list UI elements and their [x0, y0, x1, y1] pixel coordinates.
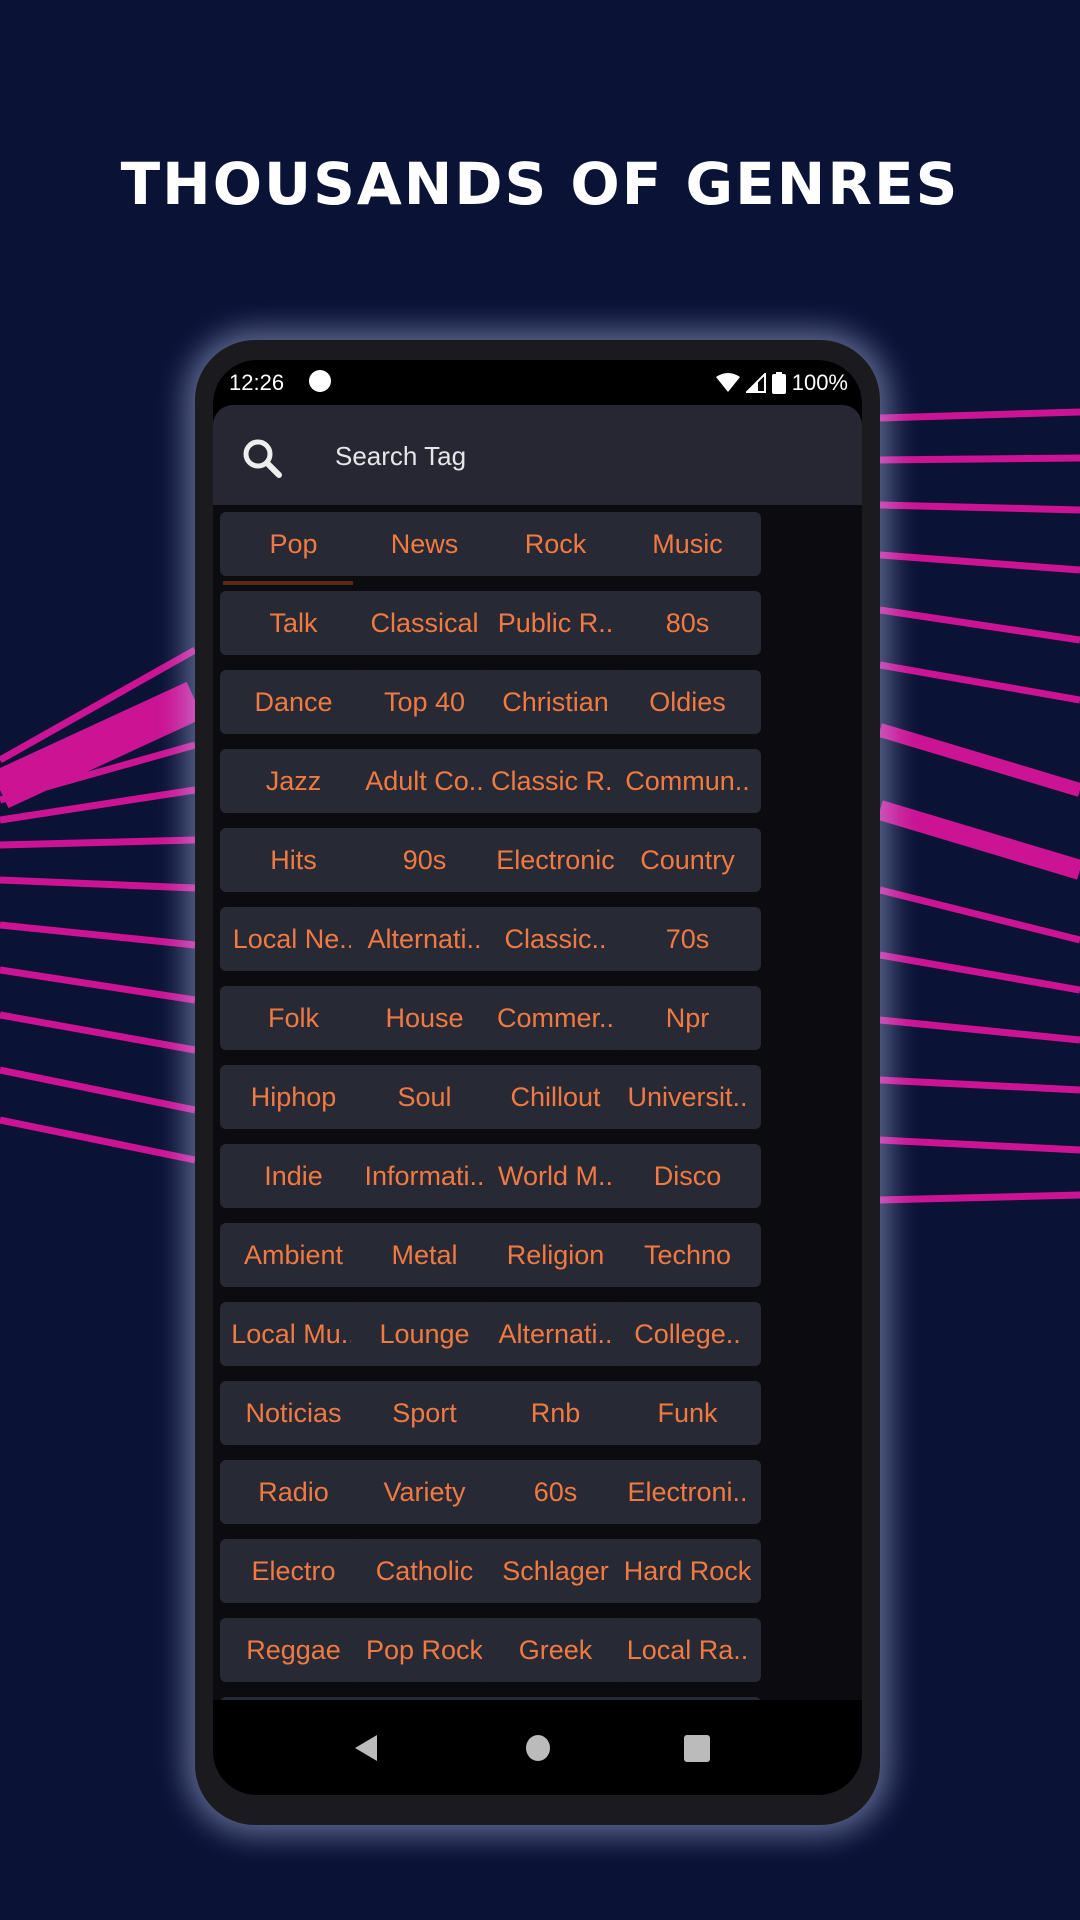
- tag-button[interactable]: Dance: [220, 670, 367, 734]
- search-bar[interactable]: Search Tag: [213, 405, 862, 505]
- tag-button[interactable]: Universit..: [614, 1065, 761, 1129]
- tag-button[interactable]: College..: [614, 1302, 761, 1366]
- tag-button[interactable]: Electroni..: [614, 1460, 761, 1524]
- tag-button[interactable]: [351, 1697, 498, 1700]
- tag-button[interactable]: 70s: [614, 907, 761, 971]
- tag-button[interactable]: Electro: [220, 1539, 367, 1603]
- tag-button[interactable]: Christian: [482, 670, 629, 734]
- tag-button[interactable]: Catholic: [351, 1539, 498, 1603]
- tag-button[interactable]: Classic..: [482, 907, 629, 971]
- tag-button[interactable]: [482, 1697, 629, 1700]
- wifi-icon: [715, 373, 740, 392]
- tag-button[interactable]: Techno: [614, 1223, 761, 1287]
- tag-button[interactable]: Noticias: [220, 1381, 367, 1445]
- tag-button[interactable]: Npr: [614, 986, 761, 1050]
- recents-icon[interactable]: [683, 1733, 711, 1763]
- tag-button[interactable]: Chillout: [482, 1065, 629, 1129]
- tag-button[interactable]: Commun..: [614, 749, 761, 813]
- tag-button[interactable]: Talk: [220, 591, 367, 655]
- tag-button[interactable]: Oldies: [614, 670, 761, 734]
- tag-button[interactable]: Country: [614, 828, 761, 892]
- tag-button[interactable]: Hard Rock: [614, 1539, 761, 1603]
- tag-button[interactable]: World M..: [482, 1144, 629, 1208]
- tag-button[interactable]: Metal: [351, 1223, 498, 1287]
- tag-button[interactable]: Local Ra..: [614, 1618, 761, 1682]
- tag-button[interactable]: Ambient: [220, 1223, 367, 1287]
- tag-button[interactable]: Hiphop: [220, 1065, 367, 1129]
- back-icon[interactable]: [353, 1733, 379, 1763]
- tag-button[interactable]: Music: [614, 512, 761, 576]
- tag-button[interactable]: Hits: [220, 828, 367, 892]
- tag-button[interactable]: Radio: [220, 1460, 367, 1524]
- tag-button[interactable]: Public R..: [482, 591, 629, 655]
- phone-screen: 12:26 100% Search Tag Pop News Rock Music Ta…: [213, 360, 862, 1795]
- navigation-bar: [213, 1703, 862, 1795]
- tag-grid: Pop News Rock Music Talk Classical Public R.. 8…: [213, 505, 862, 1700]
- tag-button[interactable]: 80s: [614, 591, 761, 655]
- tag-button[interactable]: Sport: [351, 1381, 498, 1445]
- tag-button[interactable]: Classical: [351, 591, 498, 655]
- tag-button[interactable]: Folk: [220, 986, 367, 1050]
- tag-button[interactable]: House: [351, 986, 498, 1050]
- tag-button[interactable]: Top 40: [351, 670, 498, 734]
- status-time: 12:26: [229, 370, 285, 395]
- tag-button[interactable]: Lounge: [351, 1302, 498, 1366]
- tag-button[interactable]: Greek: [482, 1618, 629, 1682]
- headline: THOUSANDS OF GENRES: [120, 150, 960, 218]
- tag-button[interactable]: [614, 1697, 761, 1700]
- tag-button[interactable]: Electronic: [482, 828, 629, 892]
- tag-button[interactable]: Reggae: [220, 1618, 367, 1682]
- battery-icon: [771, 372, 786, 394]
- home-icon[interactable]: [524, 1733, 552, 1763]
- status-bar: 12:26 100%: [213, 360, 862, 405]
- battery-level: 100%: [791, 370, 848, 395]
- tag-button[interactable]: Variety: [351, 1460, 498, 1524]
- tag-button[interactable]: 90s: [351, 828, 498, 892]
- notification-icon: [309, 370, 331, 392]
- tag-button[interactable]: Commer..: [482, 986, 629, 1050]
- selected-tab-indicator: [223, 581, 353, 585]
- tag-button[interactable]: Pop: [220, 512, 367, 576]
- tag-button[interactable]: Soul: [351, 1065, 498, 1129]
- tag-button[interactable]: News: [351, 512, 498, 576]
- tag-button[interactable]: Local Ne..: [220, 907, 367, 971]
- tag-button[interactable]: Pop Rock: [351, 1618, 498, 1682]
- tag-button[interactable]: Alternati..: [482, 1302, 629, 1366]
- tag-button[interactable]: Religion: [482, 1223, 629, 1287]
- tag-button[interactable]: Local Mu..: [220, 1302, 367, 1366]
- tag-button[interactable]: Funk: [614, 1381, 761, 1445]
- tag-button[interactable]: Alternati..: [351, 907, 498, 971]
- tag-button[interactable]: Classic R..: [482, 749, 629, 813]
- tag-button[interactable]: Disco: [614, 1144, 761, 1208]
- tag-button[interactable]: Rock: [482, 512, 629, 576]
- signal-icon: [745, 373, 766, 393]
- tag-button[interactable]: Indie: [220, 1144, 367, 1208]
- tag-button[interactable]: Schlager: [482, 1539, 629, 1603]
- search-input[interactable]: Search Tag: [335, 441, 466, 472]
- tag-button[interactable]: Adult Co..: [351, 749, 498, 813]
- phone-frame: 12:26 100% Search Tag Pop News Rock Music Ta…: [195, 340, 880, 1825]
- search-icon[interactable]: [241, 437, 285, 481]
- tag-button[interactable]: Rnb: [482, 1381, 629, 1445]
- tag-button[interactable]: Informati..: [351, 1144, 498, 1208]
- tag-button[interactable]: 60s: [482, 1460, 629, 1524]
- tag-button[interactable]: Jazz: [220, 749, 367, 813]
- tag-button[interactable]: [220, 1697, 367, 1700]
